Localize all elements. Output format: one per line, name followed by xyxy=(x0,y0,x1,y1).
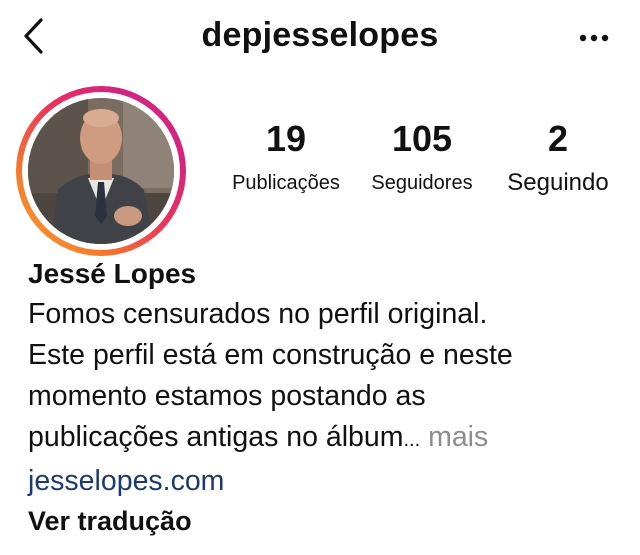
stat-followers-label: Seguidores xyxy=(371,172,473,194)
bio-line: Fomos censurados no perfil original. xyxy=(28,298,488,330)
stat-following-label: Seguindo xyxy=(507,169,609,196)
bio-line: publicações antigas no álbum xyxy=(28,421,404,453)
bio-last-line: publicações antigas no álbum... mais xyxy=(28,417,628,461)
avatar-border xyxy=(22,92,180,250)
stat-posts-value: 19 xyxy=(265,118,307,159)
top-bar: depjesselopes xyxy=(0,0,640,78)
profile-name: Jessé Lopes xyxy=(28,258,197,289)
stat-following[interactable]: 2 Seguindo xyxy=(496,118,620,198)
profile-photo xyxy=(28,98,174,244)
stat-followers[interactable]: 105 Seguidores xyxy=(360,118,484,198)
profile-username: depjesselopes xyxy=(201,16,439,54)
stat-followers-value: 105 xyxy=(391,118,453,159)
bio-line: momento estamos postando as xyxy=(28,380,426,412)
more-horizontal-icon xyxy=(579,34,609,42)
stat-following-value: 2 xyxy=(547,118,569,159)
website-link[interactable]: jesselopes.com xyxy=(28,461,224,501)
stat-posts-label: Publicações xyxy=(232,172,340,194)
bio-more-link[interactable]: mais xyxy=(420,421,488,453)
bio-ellipsis: ... xyxy=(403,429,421,451)
stat-posts[interactable]: 19 Publicações xyxy=(224,118,348,198)
avatar[interactable] xyxy=(28,98,174,244)
more-options-button[interactable] xyxy=(572,22,616,52)
translate-link[interactable]: Ver tradução xyxy=(28,501,192,541)
profile-bio: Jessé Lopes Fomos censurados no perfil o… xyxy=(28,254,628,541)
bio-line: Este perfil está em construção e neste xyxy=(28,339,513,371)
story-ring[interactable] xyxy=(16,86,186,256)
